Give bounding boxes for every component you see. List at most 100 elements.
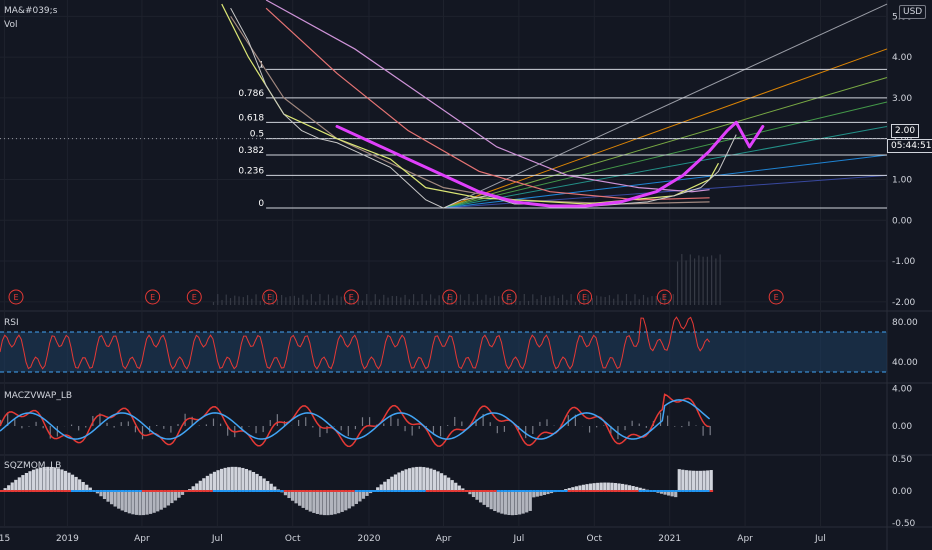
volume-bar: [630, 301, 632, 305]
sqz-histogram-bar: [695, 470, 699, 491]
price-tick-label: 1.00: [892, 175, 912, 185]
volume-bar: [689, 254, 691, 305]
macd-histogram-bar: [298, 419, 300, 426]
volume-bar: [336, 295, 338, 305]
sqz-zero-dot: [337, 490, 341, 492]
sqz-zero-dot: [454, 490, 458, 492]
volume-bar: [408, 299, 410, 305]
sqz-zero-dot: [244, 490, 249, 492]
volume-bar: [574, 301, 576, 305]
currency-badge[interactable]: USD: [899, 5, 927, 19]
volume-bar: [323, 300, 325, 305]
sqz-histogram-bar: [596, 482, 600, 491]
sqz-zero-dot: [546, 490, 550, 492]
sqz-zero-dot: [588, 490, 593, 492]
sqz-zero-dot: [425, 490, 430, 492]
rsi-title: RSI: [4, 318, 19, 328]
sqz-zero-dot: [7, 490, 11, 492]
sqz-histogram-bar: [102, 491, 107, 500]
volume-bar: [378, 299, 381, 305]
sqz-zero-dot: [418, 490, 423, 492]
earnings-marker-label: E: [447, 293, 452, 302]
volume-bar: [464, 300, 466, 305]
sqz-histogram-bar: [383, 481, 387, 491]
sqz-zero-dot: [496, 490, 501, 492]
sqz-zero-dot: [322, 490, 327, 492]
sqz-histogram-bar: [21, 475, 25, 491]
macd-histogram-bar: [695, 425, 697, 426]
sqz-zero-dot: [127, 490, 132, 492]
price-tick-label: -2.00: [892, 298, 916, 308]
earnings-marker-label: E: [349, 293, 354, 302]
volume-bar: [421, 294, 423, 305]
sqz-zero-dot: [411, 490, 416, 492]
sqz-zero-dot: [53, 490, 57, 492]
sqz-zero-dot: [81, 490, 86, 492]
macd-histogram-bar: [525, 426, 527, 439]
sqz-histogram-bar: [475, 491, 479, 500]
sqz-zero-dot: [219, 490, 224, 492]
sqz-zero-dot: [468, 490, 472, 492]
volume-bar: [613, 298, 615, 305]
price-tick-label: 3.00: [892, 94, 912, 104]
sqz-histogram-bar: [141, 491, 146, 516]
sqz-histogram-bar: [496, 491, 500, 513]
sqz-histogram-bar: [397, 472, 401, 491]
sqz-zero-dot: [24, 490, 29, 492]
sqz-zero-dot: [17, 490, 22, 492]
sqz-histogram-bar: [525, 491, 529, 513]
sqz-histogram-bar: [223, 467, 227, 491]
sqz-zero-dot: [514, 490, 518, 492]
sqz-zero-dot: [525, 490, 529, 492]
macd-histogram-bar: [439, 426, 442, 437]
macd-histogram-bar: [319, 426, 321, 438]
sqz-histogram-bar: [443, 475, 447, 491]
sqz-histogram-bar: [237, 467, 241, 491]
sqz-zero-dot: [478, 490, 483, 492]
volume-bar: [221, 299, 223, 305]
sqz-histogram-bar: [212, 471, 217, 491]
sqz-histogram-bar: [259, 476, 263, 491]
macd-histogram-bar: [645, 426, 647, 428]
sqz-histogram-bar: [386, 479, 390, 491]
macd-histogram-bar: [489, 422, 491, 426]
sqz-zero-dot: [248, 490, 252, 492]
sqz-zero-dot: [439, 490, 444, 492]
sqz-zero-dot: [149, 490, 153, 492]
volume-bar: [234, 295, 236, 305]
moving-average-line: [221, 3, 719, 205]
sqz-histogram-bar: [290, 491, 295, 501]
volume-bar: [281, 294, 283, 305]
sqz-zero-dot: [141, 490, 146, 492]
sqz-zero-dot: [234, 490, 238, 492]
sqz-histogram-bar: [74, 476, 78, 491]
sqz-zero-dot: [368, 490, 373, 492]
sqz-zero-dot: [599, 490, 604, 492]
sqz-histogram-bar: [329, 491, 334, 515]
sqz-zero-dot: [117, 490, 121, 492]
volume-bar: [438, 295, 440, 305]
sqz-histogram-bar: [514, 491, 518, 516]
sqz-zero-dot: [46, 490, 50, 492]
sqz-histogram-bar: [269, 483, 273, 491]
sqz-histogram-bar: [390, 476, 394, 491]
earnings-marker-label: E: [774, 293, 779, 302]
sqz-histogram-bar: [10, 482, 14, 491]
sqz-zero-dot: [422, 490, 426, 492]
sqz-zero-dot: [85, 490, 89, 492]
sqz-zero-dot: [308, 490, 313, 492]
sqz-histogram-bar: [400, 470, 405, 491]
volume-bar: [259, 300, 261, 305]
sqz-zero-dot: [184, 490, 188, 492]
sqz-histogram-bar: [510, 491, 515, 516]
macd-histogram-bar: [305, 417, 307, 426]
macd-histogram-bar: [42, 426, 44, 429]
sqz-zero-dot: [255, 490, 259, 492]
volume-bar: [651, 296, 653, 305]
sqz-zero-dot: [635, 490, 639, 492]
sqz-histogram-bar: [354, 491, 358, 504]
volume-bar: [289, 296, 291, 305]
sqz-histogram-bar: [173, 491, 178, 501]
sqz-histogram-bar: [698, 470, 703, 491]
macd-histogram-bar: [454, 416, 456, 426]
